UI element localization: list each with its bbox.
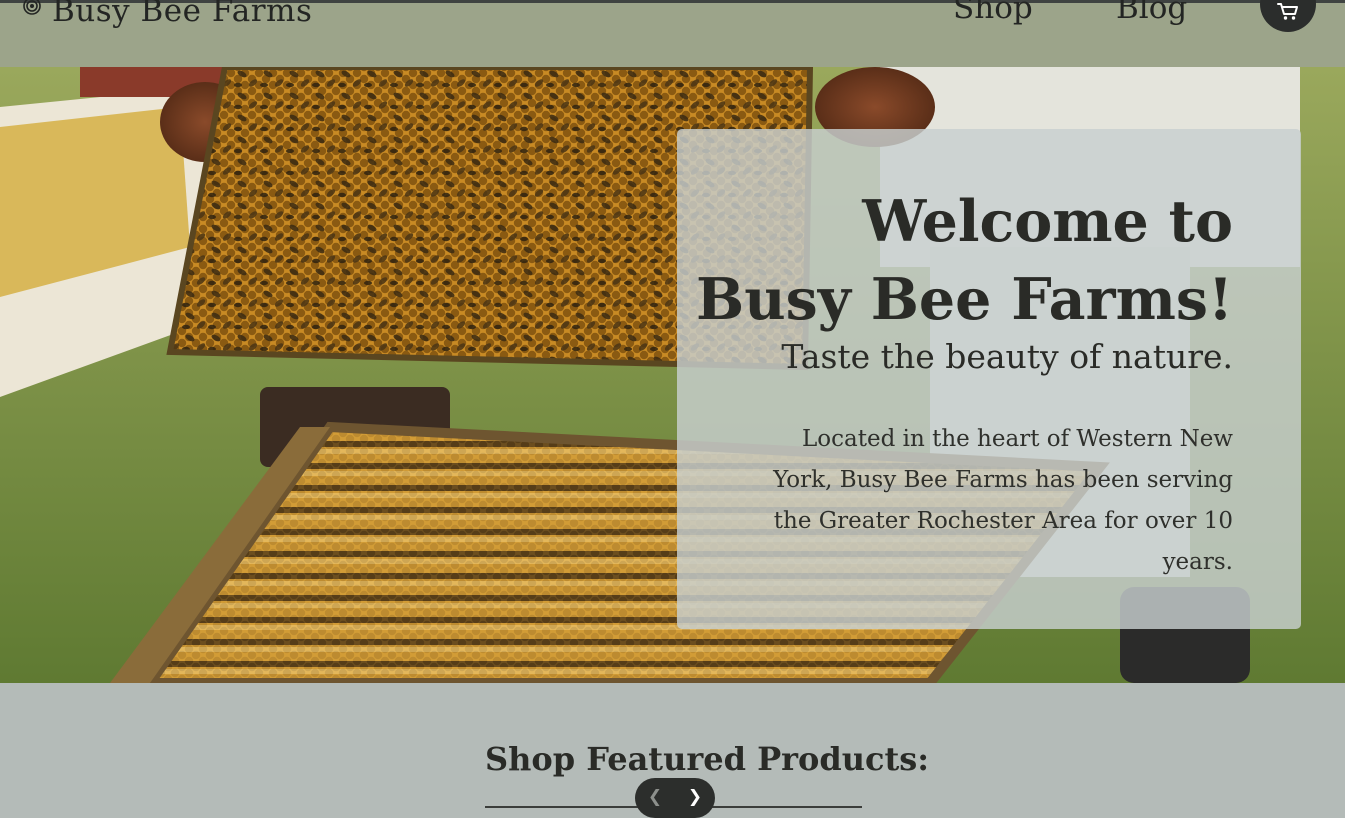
site-header: Busy Bee Farms Shop Blog: [0, 0, 1345, 67]
bee-spiral-icon[interactable]: [22, 0, 42, 18]
chevron-right-icon: ❯: [687, 787, 703, 807]
brand-link[interactable]: Busy Bee Farms: [52, 0, 312, 29]
welcome-description: Located in the heart of Western New York…: [773, 426, 1233, 575]
carousel-prev-button[interactable]: ❮: [635, 778, 675, 818]
welcome-card: Welcome to Busy Bee Farms! Taste the bea…: [677, 129, 1301, 629]
hero-section: Welcome to Busy Bee Farms! Taste the bea…: [0, 67, 1345, 683]
featured-products-heading: Shop Featured Products:: [485, 740, 930, 778]
cart-icon: [1277, 3, 1298, 20]
welcome-heading: Welcome to Busy Bee Farms!: [673, 183, 1233, 339]
cart-button[interactable]: [1260, 0, 1316, 32]
carousel-next-button[interactable]: ❯: [675, 778, 715, 818]
nav-link-blog[interactable]: Blog: [1116, 0, 1187, 26]
chevron-left-icon: ❮: [647, 787, 663, 807]
welcome-tagline: Taste the beauty of nature.: [781, 337, 1233, 376]
welcome-heading-line2: Busy Bee Farms!: [696, 266, 1233, 333]
carousel-controls: ❮ ❯: [635, 778, 715, 818]
welcome-heading-line1: Welcome to: [862, 188, 1233, 255]
nav-link-shop[interactable]: Shop: [953, 0, 1033, 26]
